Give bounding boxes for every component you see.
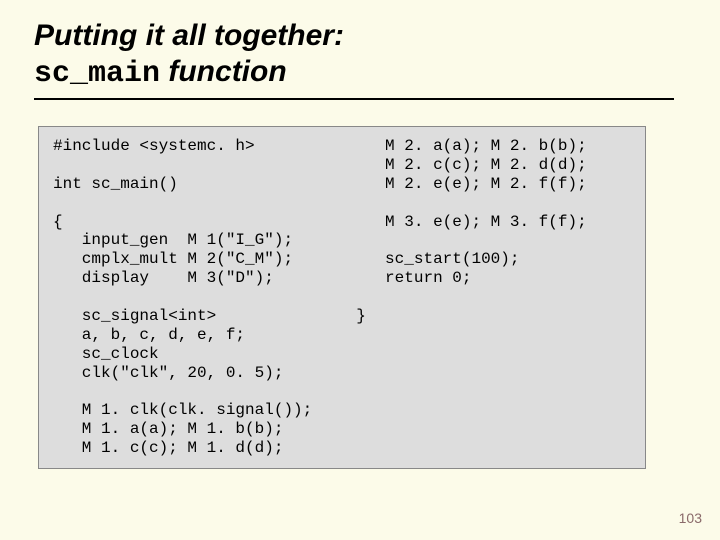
title-rule bbox=[34, 98, 674, 100]
code-right-column: M 2. a(a); M 2. b(b); M 2. c(c); M 2. d(… bbox=[356, 137, 586, 458]
title-line2-suffix: function bbox=[160, 55, 287, 88]
title-line1: Putting it all together: bbox=[34, 19, 344, 52]
page-number: 103 bbox=[679, 510, 702, 526]
slide: Putting it all together: sc_main functio… bbox=[0, 0, 720, 540]
code-box: #include <systemc. h> int sc_main() { in… bbox=[38, 126, 646, 469]
title-keyword: sc_main bbox=[34, 57, 160, 91]
code-left-column: #include <systemc. h> int sc_main() { in… bbox=[53, 137, 312, 458]
slide-title: Putting it all together: sc_main functio… bbox=[34, 18, 686, 92]
